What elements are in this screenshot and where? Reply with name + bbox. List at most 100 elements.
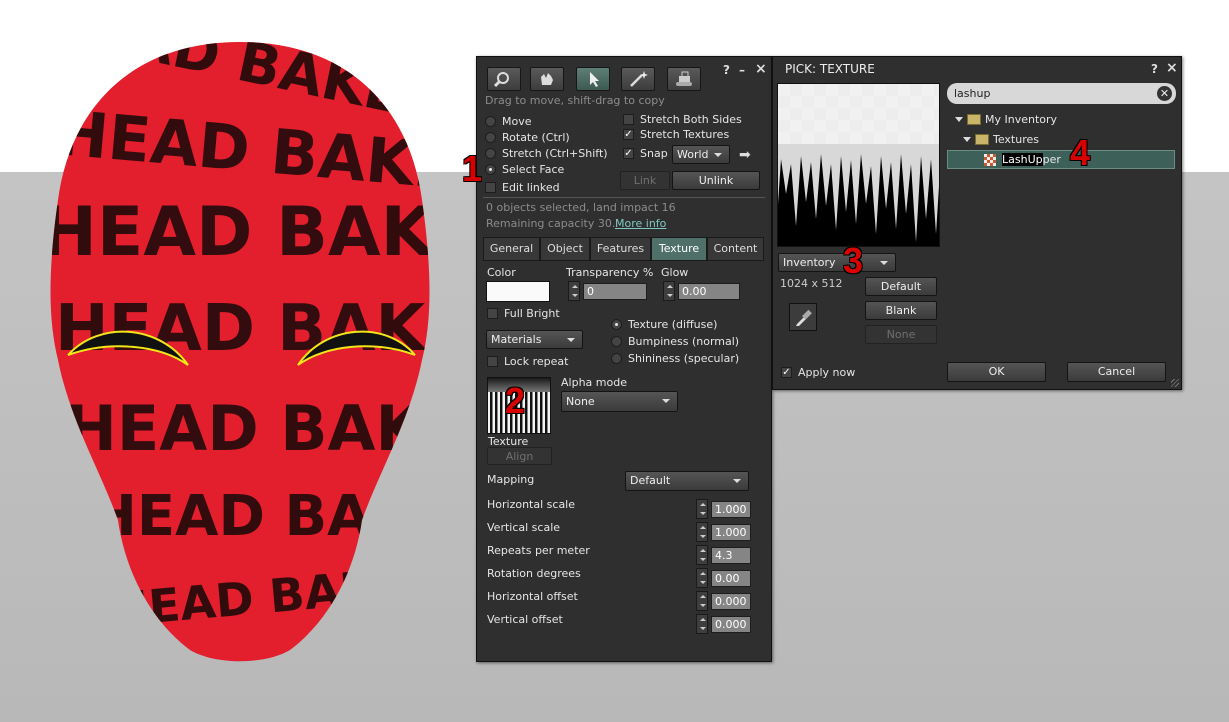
magic-wand-icon[interactable]	[621, 67, 655, 91]
apply-now-label: Apply now	[798, 366, 856, 379]
default-button[interactable]: Default	[865, 277, 937, 296]
lock-repeat-checkbox[interactable]: Lock repeat	[487, 355, 568, 368]
tab-content[interactable]: Content	[707, 237, 764, 261]
tree-folder-textures[interactable]: Textures	[963, 133, 1039, 146]
horizontal-offset-spinner[interactable]	[696, 591, 708, 611]
vertical-offset-input[interactable]: 0.000	[711, 616, 751, 633]
land-bulldozer-icon[interactable]	[667, 67, 701, 91]
materials-dropdown[interactable]: Materials	[486, 330, 583, 349]
vertical-scale-input[interactable]: 1.000	[711, 524, 751, 541]
unlink-button[interactable]: Unlink	[672, 171, 760, 190]
stretch-both-checkbox[interactable]: Stretch Both Sides	[623, 113, 742, 126]
horizontal-scale-spinner[interactable]	[696, 499, 708, 519]
mode-stretch[interactable]: Stretch (Ctrl+Shift)	[485, 147, 608, 160]
full-bright-label: Full Bright	[504, 307, 560, 320]
stretch-textures-checkbox[interactable]: ✓ Stretch Textures	[623, 128, 729, 141]
none-button[interactable]: None	[865, 325, 937, 344]
horizontal-offset-input[interactable]: 0.000	[711, 593, 751, 610]
horizontal-scale-input[interactable]: 1.000	[711, 501, 751, 518]
repeats-spinner[interactable]	[696, 545, 708, 565]
rotation-input[interactable]: 0.00	[711, 570, 751, 587]
mapping-label: Mapping	[487, 473, 535, 486]
lock-repeat-label: Lock repeat	[504, 355, 569, 368]
blank-button[interactable]: Blank	[865, 301, 937, 320]
checkbox-icon	[623, 114, 634, 125]
eyedropper-icon[interactable]	[789, 303, 817, 331]
snap-checkbox[interactable]: ✓ Snap	[623, 147, 668, 160]
mode-move-label: Move	[502, 115, 532, 128]
tab-general[interactable]: General	[483, 237, 540, 261]
radio-selected-icon	[611, 319, 622, 330]
head-text-6: HEAD BAKED	[90, 484, 470, 549]
cancel-button[interactable]: Cancel	[1067, 362, 1166, 382]
material-diffuse-radio[interactable]: Texture (diffuse)	[611, 318, 717, 331]
full-bright-checkbox[interactable]: Full Bright	[487, 307, 560, 320]
annotation-4: 4	[1070, 132, 1091, 173]
expand-arrow-icon	[955, 117, 963, 122]
zoom-icon[interactable]	[487, 67, 521, 91]
material-specular-radio[interactable]: Shininess (specular)	[611, 352, 739, 365]
horizontal-offset-label: Horizontal offset	[487, 590, 578, 603]
material-normal-label: Bumpiness (normal)	[628, 335, 740, 348]
rotation-spinner[interactable]	[696, 568, 708, 588]
search-input[interactable]: lashup	[947, 83, 1176, 104]
tree-item-label: LashUpper	[1002, 153, 1061, 166]
help-icon[interactable]: ?	[1151, 62, 1158, 76]
more-info-link[interactable]: More info	[615, 217, 666, 230]
alpha-mode-label: Alpha mode	[561, 376, 627, 389]
material-normal-radio[interactable]: Bumpiness (normal)	[611, 335, 739, 348]
help-icon[interactable]: ?	[723, 63, 730, 77]
stretch-textures-label: Stretch Textures	[640, 128, 730, 141]
close-icon[interactable]: ×	[1166, 60, 1178, 76]
select-arrow-icon[interactable]	[576, 67, 610, 91]
tab-texture[interactable]: Texture	[651, 237, 707, 261]
mode-rotate[interactable]: Rotate (Ctrl)	[485, 131, 570, 144]
texture-item-icon	[984, 154, 996, 166]
glow-input[interactable]: 0.00	[678, 283, 740, 300]
annotation-1: 1	[462, 148, 483, 189]
rotation-label: Rotation degrees	[487, 567, 581, 580]
snap-mode-dropdown[interactable]: World	[672, 145, 730, 164]
resize-handle[interactable]	[1171, 379, 1179, 387]
material-specular-label: Shininess (specular)	[628, 352, 740, 365]
stretch-both-label: Stretch Both Sides	[640, 113, 742, 126]
tree-folder-label: Textures	[993, 133, 1039, 146]
align-button[interactable]: Align	[487, 447, 552, 465]
mode-select-face[interactable]: Select Face	[485, 163, 564, 176]
checkmark-icon: ✓	[623, 147, 634, 159]
transparency-label: Transparency %	[566, 266, 654, 279]
color-label: Color	[487, 266, 516, 279]
repeats-input[interactable]: 4.3	[711, 547, 751, 564]
checkbox-icon	[487, 356, 498, 367]
tab-features[interactable]: Features	[590, 237, 651, 261]
grab-hand-icon[interactable]	[530, 67, 564, 91]
transparency-spinner[interactable]	[568, 281, 580, 301]
apply-now-checkbox[interactable]: ✓ Apply now	[781, 366, 855, 379]
tree-root-my-inventory[interactable]: My Inventory	[955, 113, 1057, 126]
checkbox-icon	[487, 308, 498, 319]
ok-button[interactable]: OK	[947, 362, 1046, 382]
arrow-right-icon[interactable]: ➡	[739, 147, 751, 163]
link-button[interactable]: Link	[620, 171, 670, 190]
vertical-scale-spinner[interactable]	[696, 522, 708, 542]
head-text-3: HEAD BAKED	[40, 193, 470, 272]
close-icon[interactable]: ×	[755, 61, 767, 77]
capacity-text: Remaining capacity 30.	[486, 217, 616, 230]
mapping-dropdown[interactable]: Default	[625, 471, 749, 491]
tab-object[interactable]: Object	[540, 237, 590, 261]
vertical-scale-label: Vertical scale	[487, 521, 561, 534]
tree-item-lashupper[interactable]: LashUpper	[947, 150, 1175, 169]
checkmark-icon: ✓	[781, 366, 792, 378]
vertical-offset-spinner[interactable]	[696, 614, 708, 634]
repeats-label: Repeats per meter	[487, 544, 590, 557]
clear-search-icon[interactable]: ✕	[1157, 86, 1172, 101]
glow-spinner[interactable]	[663, 281, 675, 301]
transparency-input[interactable]: 0	[583, 283, 647, 300]
edit-linked-checkbox[interactable]: Edit linked	[485, 181, 560, 194]
tree-root-label: My Inventory	[985, 113, 1058, 126]
alpha-mode-dropdown[interactable]: None	[561, 391, 678, 412]
color-swatch[interactable]	[486, 281, 550, 302]
mode-move[interactable]: Move	[485, 115, 532, 128]
minimize-icon[interactable]: –	[739, 63, 745, 77]
source-dropdown[interactable]: Inventory	[778, 253, 896, 272]
